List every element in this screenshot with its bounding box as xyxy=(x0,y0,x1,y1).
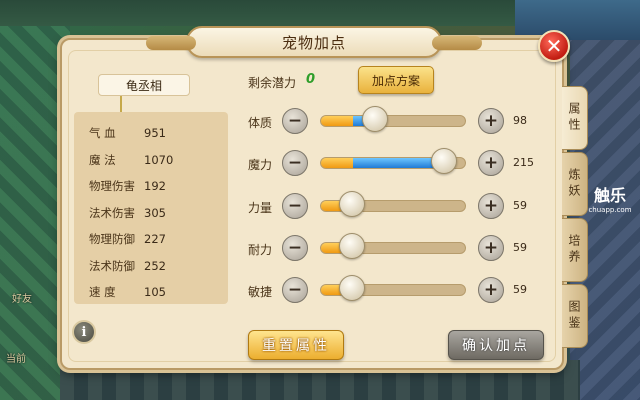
potential-label: 剩余潜力 xyxy=(248,76,297,90)
close-button[interactable]: ✕ xyxy=(538,30,570,62)
attr-row-agility: 敏捷 − + 59 xyxy=(248,275,548,303)
stat-row-speed: 速 度 105 xyxy=(74,279,228,306)
decrease-button[interactable]: − xyxy=(282,235,308,261)
title-bar: 宠物加点 xyxy=(146,26,482,58)
pet-points-window: 宠物加点 ✕ 龟丞相 气 血 951 魔 法 1070 物理伤害 192 法术伤… xyxy=(60,26,570,370)
tab-label: 属性 xyxy=(567,102,581,134)
plus-icon: + xyxy=(483,195,499,216)
friends-label[interactable]: 好友 xyxy=(12,290,32,305)
decrease-button[interactable]: − xyxy=(282,277,308,303)
attr-label: 敏捷 xyxy=(248,285,273,299)
attr-value: 59 xyxy=(513,283,527,296)
stat-label: 物理伤害 xyxy=(89,179,135,194)
attr-slider-knob[interactable] xyxy=(339,233,366,259)
title-wing-right xyxy=(432,36,482,50)
reset-attributes-button[interactable]: 重置属性 xyxy=(248,330,344,360)
stat-value: 252 xyxy=(144,258,166,273)
stat-value: 192 xyxy=(144,179,166,194)
plus-icon: + xyxy=(483,110,499,131)
increase-button[interactable]: + xyxy=(478,235,504,261)
stat-row-phys-atk: 物理伤害 192 xyxy=(74,173,228,200)
attr-value: 98 xyxy=(513,114,527,127)
tab-train[interactable]: 培养 xyxy=(562,218,588,282)
attr-slider-track[interactable] xyxy=(320,115,466,127)
increase-button[interactable]: + xyxy=(478,277,504,303)
attr-label: 耐力 xyxy=(248,243,273,257)
stat-value: 951 xyxy=(144,126,166,141)
pet-name-plate: 龟丞相 xyxy=(98,74,190,96)
stat-label: 法术防御 xyxy=(89,258,135,273)
increase-button[interactable]: + xyxy=(478,150,504,176)
stat-label: 物理防御 xyxy=(89,232,135,247)
watermark: 触乐 chuapp.com xyxy=(584,178,636,218)
attr-base-fill xyxy=(321,158,353,168)
decrease-button[interactable]: − xyxy=(282,150,308,176)
point-scheme-label: 加点方案 xyxy=(371,73,420,88)
close-icon: ✕ xyxy=(545,34,563,58)
minus-icon: − xyxy=(287,110,303,131)
tab-catalog[interactable]: 图鉴 xyxy=(562,284,588,348)
attr-slider-knob[interactable] xyxy=(339,275,366,301)
attr-row-magic: 魔力 − + 215 xyxy=(248,148,548,176)
stat-row-mag-atk: 法术伤害 305 xyxy=(74,200,228,227)
minus-icon: − xyxy=(287,152,303,173)
stat-panel: 气 血 951 魔 法 1070 物理伤害 192 法术伤害 305 物理防御 … xyxy=(74,112,228,304)
tab-attributes[interactable]: 属性 xyxy=(562,86,588,150)
confirm-points-button[interactable]: 确认加点 xyxy=(448,330,544,360)
pet-name: 龟丞相 xyxy=(125,78,162,93)
attr-value: 59 xyxy=(513,199,527,212)
attr-label: 魔力 xyxy=(248,158,273,172)
watermark-url: chuapp.com xyxy=(588,206,632,214)
increase-button[interactable]: + xyxy=(478,193,504,219)
stat-label: 魔 法 xyxy=(89,152,116,167)
tab-label: 图鉴 xyxy=(567,300,581,332)
confirm-label: 确认加点 xyxy=(462,338,530,354)
stat-label: 气 血 xyxy=(89,126,116,141)
attr-value: 59 xyxy=(513,241,527,254)
attr-row-strength: 力量 − + 59 xyxy=(248,191,548,219)
title-wing-left xyxy=(146,36,196,50)
stat-label: 速 度 xyxy=(89,285,116,300)
plus-icon: + xyxy=(483,279,499,300)
attr-label: 力量 xyxy=(248,201,273,215)
info-button[interactable]: i xyxy=(72,320,96,344)
minus-icon: − xyxy=(287,237,303,258)
attr-base-fill xyxy=(321,116,353,126)
attr-label: 体质 xyxy=(248,116,273,130)
decrease-button[interactable]: − xyxy=(282,108,308,134)
attr-value: 215 xyxy=(513,156,534,169)
attr-slider-knob[interactable] xyxy=(431,148,458,174)
minus-icon: − xyxy=(287,279,303,300)
plus-icon: + xyxy=(483,152,499,173)
background-roof xyxy=(515,0,640,40)
stat-row-mag-def: 法术防御 252 xyxy=(74,253,228,280)
window-title: 宠物加点 xyxy=(281,33,346,52)
tab-label: 炼妖 xyxy=(567,168,581,200)
point-scheme-button[interactable]: 加点方案 xyxy=(358,66,434,94)
stat-row-hp: 气 血 951 xyxy=(74,120,228,147)
attr-slider-knob[interactable] xyxy=(339,191,366,217)
tab-label: 培养 xyxy=(567,234,581,266)
increase-button[interactable]: + xyxy=(478,108,504,134)
stat-row-mp: 魔 法 1070 xyxy=(74,147,228,174)
stat-label: 法术伤害 xyxy=(89,205,135,220)
watermark-title: 触乐 xyxy=(593,186,626,205)
plus-icon: + xyxy=(483,237,499,258)
current-label: 当前 xyxy=(6,354,26,365)
reset-label: 重置属性 xyxy=(262,338,330,354)
stat-value: 1070 xyxy=(144,152,174,167)
potential-value: 0 xyxy=(306,72,316,87)
attr-row-constitution: 体质 − + 98 xyxy=(248,106,548,134)
attr-row-endurance: 耐力 − + 59 xyxy=(248,233,548,261)
stat-value: 227 xyxy=(144,232,166,247)
stat-value: 105 xyxy=(144,285,166,300)
stat-value: 305 xyxy=(144,205,166,220)
decrease-button[interactable]: − xyxy=(282,193,308,219)
attr-added-fill xyxy=(352,158,444,168)
stat-row-phys-def: 物理防御 227 xyxy=(74,226,228,253)
minus-icon: − xyxy=(287,195,303,216)
attr-slider-knob[interactable] xyxy=(362,106,389,132)
info-icon: i xyxy=(81,324,87,340)
